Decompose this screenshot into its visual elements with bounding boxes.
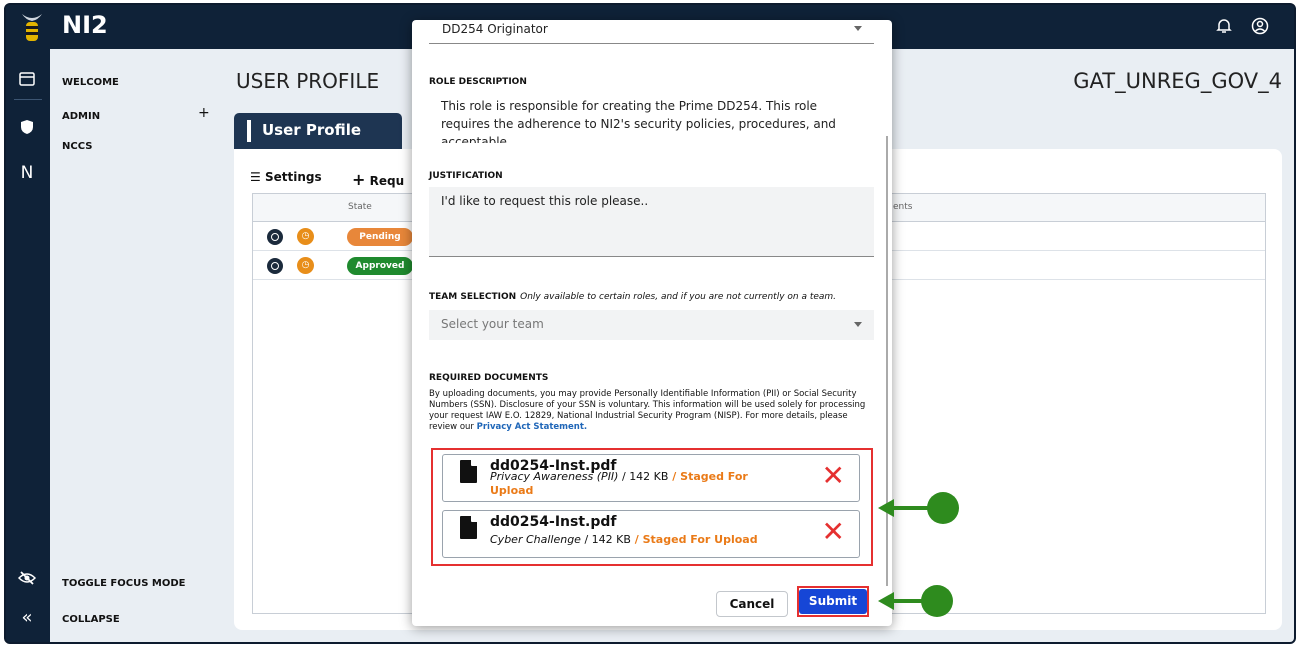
clock-icon: ◷ xyxy=(297,228,314,245)
document-type: Privacy Awareness (PII) xyxy=(490,470,619,483)
status-badge: Approved xyxy=(347,257,413,275)
view-icon[interactable] xyxy=(267,258,283,274)
team-select[interactable]: Select your team xyxy=(429,310,874,340)
document-status: Staged For Upload xyxy=(642,533,758,546)
meta-separator: / xyxy=(618,470,630,483)
annotation-arrows xyxy=(878,492,959,617)
dashboard-icon[interactable] xyxy=(16,71,38,90)
clock-icon: ◷ xyxy=(297,257,314,274)
chevron-down-icon xyxy=(854,26,862,31)
sidebar-item-admin[interactable]: ADMIN xyxy=(62,111,100,122)
sidebar-item-nccs[interactable]: NCCS xyxy=(62,141,92,152)
column-comments[interactable]: ents xyxy=(893,202,912,212)
document-meta: Cyber Challenge / 142 KB / Staged For Up… xyxy=(490,533,758,546)
eye-slash-icon[interactable] xyxy=(16,570,38,589)
submit-button[interactable]: Submit xyxy=(799,589,867,614)
icon-rail: N « xyxy=(6,49,50,642)
meta-separator: / xyxy=(668,470,681,483)
shield-icon[interactable] xyxy=(16,119,38,139)
app-title: NI2 xyxy=(62,11,108,39)
role-description-label: ROLE DESCRIPTION xyxy=(429,77,527,87)
meta-separator: / xyxy=(630,533,643,546)
settings-label: Settings xyxy=(264,170,322,184)
sidebar-item-welcome[interactable]: WELCOME xyxy=(62,77,119,88)
chevrons-left-icon[interactable]: « xyxy=(16,607,38,628)
document-name: dd0254-Inst.pdf xyxy=(490,514,617,530)
status-badge: Pending xyxy=(347,228,413,246)
settings-button[interactable]: ☰ Settings xyxy=(250,170,322,184)
file-icon xyxy=(460,516,477,539)
document-type: Cyber Challenge xyxy=(490,533,581,546)
document-card: dd0254-Inst.pdf Cyber Challenge / 142 KB… xyxy=(442,510,860,558)
documents-disclaimer: By uploading documents, you may provide … xyxy=(429,389,877,433)
team-select-placeholder: Select your team xyxy=(441,317,544,331)
bell-icon[interactable] xyxy=(1216,17,1232,39)
n-icon[interactable]: N xyxy=(16,163,38,183)
sliders-icon: ☰ xyxy=(250,170,261,184)
page-title: USER PROFILE xyxy=(236,69,380,93)
arrow-to-documents xyxy=(878,492,959,524)
team-selection-label: TEAM SELECTION Only available to certain … xyxy=(429,292,836,302)
sidebar-item-toggle-focus[interactable]: TOGGLE FOCUS MODE xyxy=(62,578,185,589)
rail-divider xyxy=(14,99,42,100)
required-documents-label: REQUIRED DOCUMENTS xyxy=(429,373,549,383)
justification-label: JUSTIFICATION xyxy=(429,171,503,181)
team-label: TEAM SELECTION xyxy=(429,292,517,302)
document-card: dd0254-Inst.pdf Privacy Awareness (PII) … xyxy=(442,454,860,502)
arrow-to-submit xyxy=(878,585,953,617)
role-select-value: DD254 Originator xyxy=(442,22,548,36)
view-icon[interactable] xyxy=(267,229,283,245)
request-button[interactable]: + Requ xyxy=(352,170,404,189)
team-hint: Only available to certain roles, and if … xyxy=(520,292,837,302)
logo-icon xyxy=(22,14,42,41)
request-label: Requ xyxy=(369,174,405,188)
document-size: 142 KB xyxy=(591,533,631,546)
file-icon xyxy=(460,460,477,483)
document-size: 142 KB xyxy=(629,470,669,483)
privacy-act-link[interactable]: Privacy Act Statement. xyxy=(477,422,588,432)
cancel-button[interactable]: Cancel xyxy=(716,591,788,617)
remove-document-icon[interactable]: ✕ xyxy=(822,462,845,490)
justification-field[interactable]: I'd like to request this role please.. xyxy=(429,187,874,257)
user-id: GAT_UNREG_GOV_4 xyxy=(1073,69,1282,93)
remove-document-icon[interactable]: ✕ xyxy=(822,518,845,546)
chevron-down-icon xyxy=(854,322,862,327)
admin-expand-icon[interactable]: + xyxy=(198,105,210,121)
document-meta: Privacy Awareness (PII) / 142 KB / Stage… xyxy=(490,470,760,498)
role-description: This role is responsible for creating th… xyxy=(429,92,874,143)
tab-user-profile[interactable]: User Profile xyxy=(234,113,402,149)
role-select[interactable]: DD254 Originator xyxy=(429,20,874,44)
meta-separator: / xyxy=(580,533,592,546)
account-circle-icon[interactable] xyxy=(1251,17,1269,40)
plus-icon: + xyxy=(352,170,366,189)
role-request-modal: DD254 Originator ROLE DESCRIPTION This r… xyxy=(412,20,892,626)
sidebar: WELCOME ADMIN + NCCS TOGGLE FOCUS MODE C… xyxy=(50,49,220,642)
column-state[interactable]: State xyxy=(348,202,372,212)
sidebar-item-collapse[interactable]: COLLAPSE xyxy=(62,614,120,625)
